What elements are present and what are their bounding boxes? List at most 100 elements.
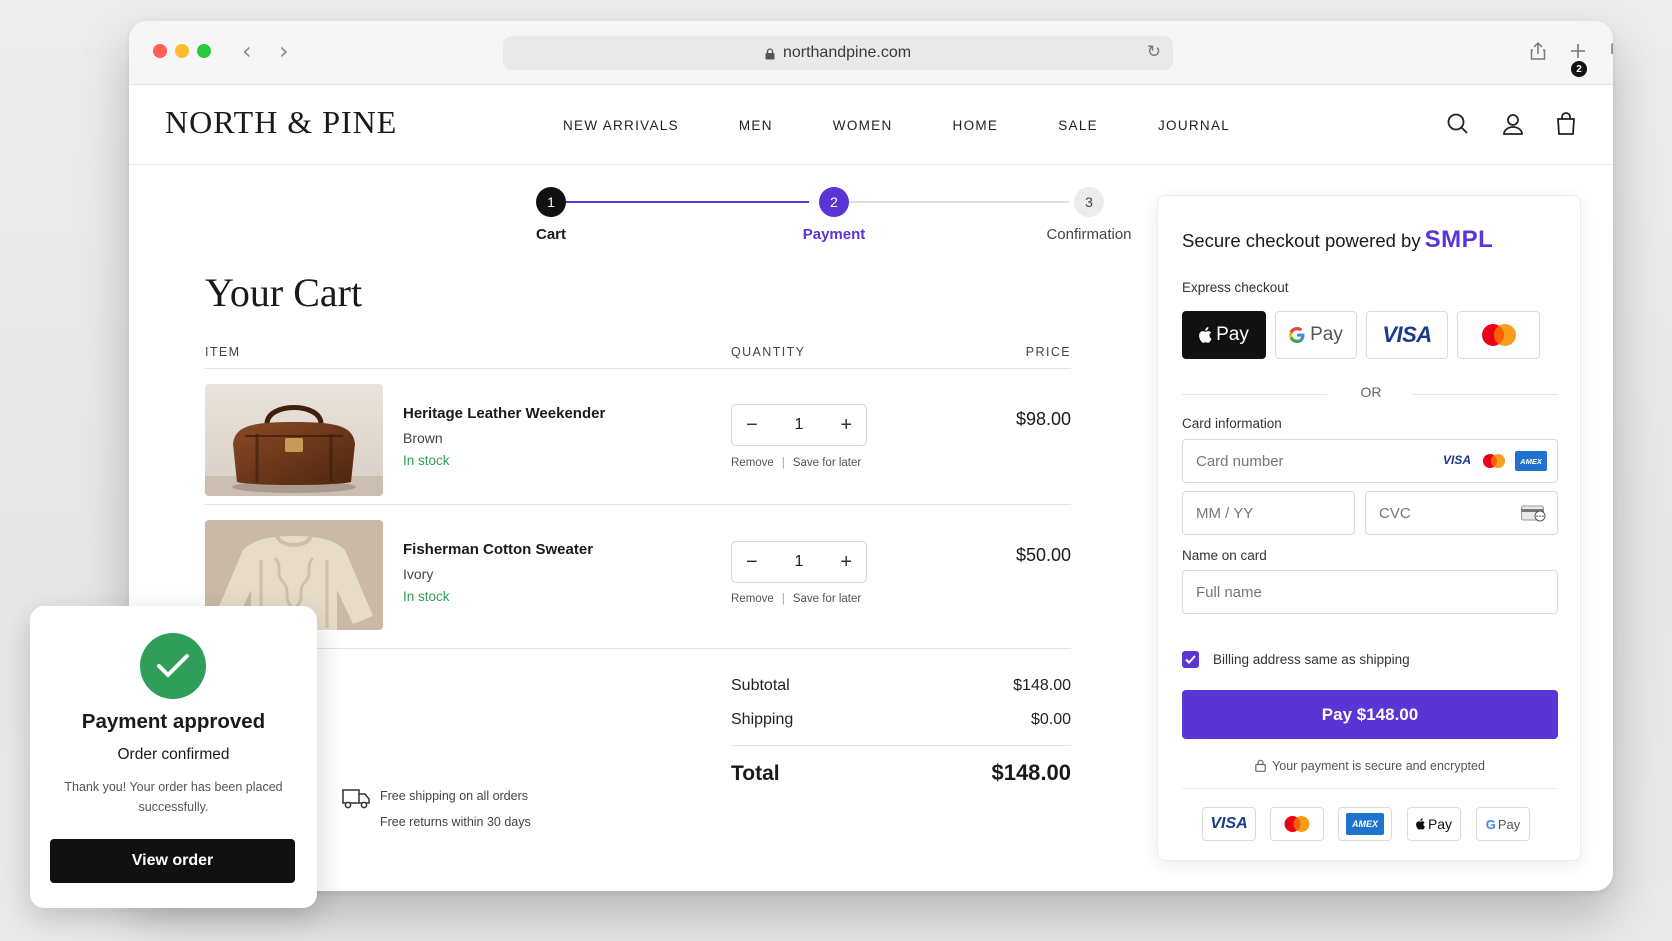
google-pay-button[interactable]: Pay bbox=[1275, 311, 1357, 359]
pay-button[interactable]: Pay $148.00 bbox=[1182, 690, 1558, 739]
increase-quantity-button[interactable]: + bbox=[840, 415, 852, 435]
divider bbox=[205, 504, 1071, 505]
apple-pay-badge-text: Pay bbox=[1427, 816, 1453, 832]
browser-toolbar: ‹ › northandpine.com ↻ bbox=[129, 21, 1613, 85]
step-3-circle[interactable]: 3 bbox=[1074, 187, 1104, 217]
toast-subtitle: Order confirmed bbox=[117, 746, 230, 763]
secure-note: Your payment is secure and encrypted bbox=[1158, 759, 1582, 773]
nav-item-sale[interactable]: SALE bbox=[1058, 118, 1098, 133]
delivery-truck-icon bbox=[342, 789, 370, 809]
step-1-circle[interactable]: 1 bbox=[536, 187, 566, 217]
remove-link[interactable]: Remove bbox=[731, 457, 774, 469]
product-variant: Brown bbox=[403, 430, 443, 446]
nav-item-home[interactable]: HOME bbox=[953, 118, 999, 133]
quantity-value[interactable]: 1 bbox=[795, 553, 804, 571]
step-remaining-line bbox=[839, 201, 1069, 203]
divider bbox=[1413, 394, 1558, 395]
billing-same-checkbox[interactable] bbox=[1182, 651, 1199, 668]
column-header-quantity: QUANTITY bbox=[731, 345, 806, 359]
step-progress-line bbox=[554, 201, 809, 203]
amex-badge-text: AMEX bbox=[1351, 819, 1378, 829]
increase-quantity-button[interactable]: + bbox=[840, 552, 852, 572]
google-pay-badge: G Pay bbox=[1476, 807, 1530, 841]
search-icon[interactable] bbox=[1445, 111, 1471, 137]
amex-badge: AMEX bbox=[1338, 807, 1392, 841]
quantity-value[interactable]: 1 bbox=[795, 416, 804, 434]
new-tab-icon[interactable] bbox=[1567, 40, 1589, 62]
decrease-quantity-button[interactable]: − bbox=[746, 415, 758, 435]
stock-status: In stock bbox=[403, 453, 450, 468]
total-value: $148.00 bbox=[991, 760, 1071, 785]
url-text: northandpine.com bbox=[782, 44, 912, 61]
step-3-label[interactable]: Confirmation bbox=[1019, 226, 1159, 243]
save-for-later-link[interactable]: Save for later bbox=[793, 593, 861, 605]
cardholder-name-input[interactable]: Full name bbox=[1182, 570, 1558, 614]
lock-icon bbox=[765, 48, 775, 60]
step-2-label[interactable]: Payment bbox=[764, 226, 904, 243]
billing-same-label[interactable]: Billing address same as shipping bbox=[1213, 652, 1410, 667]
google-g-icon: G bbox=[1485, 816, 1496, 832]
divider bbox=[731, 745, 1071, 746]
zoom-window-button[interactable] bbox=[197, 44, 211, 58]
view-order-button[interactable]: View order bbox=[50, 839, 295, 883]
expiry-placeholder: MM / YY bbox=[1196, 504, 1254, 522]
smpl-brand-logo: SMPL bbox=[1424, 226, 1494, 253]
product-name[interactable]: Heritage Leather Weekender bbox=[403, 405, 605, 422]
step-1-label[interactable]: Cart bbox=[481, 226, 621, 243]
amex-mark-text: AMEX bbox=[1520, 456, 1542, 466]
remove-link[interactable]: Remove bbox=[731, 593, 774, 605]
cvc-input[interactable]: CVC ••• bbox=[1365, 491, 1558, 535]
item-price: $50.00 bbox=[1015, 545, 1071, 565]
free-returns-note: Free returns within 30 days bbox=[380, 815, 531, 829]
back-arrow-icon[interactable]: ‹ bbox=[242, 37, 252, 65]
divider bbox=[1182, 394, 1327, 395]
nav-item-journal[interactable]: JOURNAL bbox=[1158, 118, 1230, 133]
shopping-bag-icon[interactable] bbox=[1553, 111, 1579, 137]
product-image-weekender-bag[interactable] bbox=[205, 384, 383, 496]
nav-item-new-arrivals[interactable]: NEW ARRIVALS bbox=[563, 118, 679, 133]
card-information-label: Card information bbox=[1182, 416, 1282, 431]
google-logo-icon bbox=[1289, 327, 1305, 343]
svg-text:•••: ••• bbox=[1536, 514, 1545, 520]
visa-button[interactable]: VISA bbox=[1366, 311, 1448, 359]
toast-message: Thank you! Your order has been placed su… bbox=[64, 780, 283, 814]
cvc-card-icon: ••• bbox=[1521, 505, 1546, 522]
tabs-overview-icon[interactable] bbox=[1608, 40, 1613, 62]
mastercard-badge-icon bbox=[1284, 816, 1310, 832]
subtotal-label: Subtotal bbox=[731, 677, 790, 694]
expiry-input[interactable]: MM / YY bbox=[1182, 491, 1355, 535]
address-bar[interactable]: northandpine.com ↻ bbox=[503, 36, 1173, 70]
product-name[interactable]: Fisherman Cotton Sweater bbox=[403, 541, 593, 558]
column-header-item: ITEM bbox=[205, 345, 241, 359]
step-2-circle[interactable]: 2 bbox=[819, 187, 849, 217]
mastercard-button[interactable] bbox=[1457, 311, 1540, 359]
save-for-later-link[interactable]: Save for later bbox=[793, 457, 861, 469]
item-actions: Remove | Save for later bbox=[731, 593, 861, 605]
apple-pay-text: Pay bbox=[1216, 324, 1249, 345]
close-window-button[interactable] bbox=[153, 44, 167, 58]
mastercard-badge bbox=[1270, 807, 1324, 841]
nav-item-women[interactable]: WOMEN bbox=[833, 118, 893, 133]
divider bbox=[1182, 788, 1558, 789]
main-navigation: NEW ARRIVALS MEN WOMEN HOME SALE JOURNAL bbox=[563, 85, 1290, 165]
forward-arrow-icon[interactable]: › bbox=[279, 37, 289, 65]
visa-badge: VISA bbox=[1202, 807, 1256, 841]
minimize-window-button[interactable] bbox=[175, 44, 189, 58]
shipping-value: $0.00 bbox=[1030, 711, 1071, 728]
cvc-placeholder: CVC bbox=[1379, 504, 1411, 522]
checkout-title: Secure checkout powered by SMPL bbox=[1182, 226, 1493, 254]
quantity-stepper: − 1 + bbox=[731, 404, 867, 446]
apple-pay-button[interactable]: Pay bbox=[1182, 311, 1266, 359]
nav-item-men[interactable]: MEN bbox=[739, 118, 773, 133]
share-icon[interactable] bbox=[1527, 40, 1549, 62]
site-logo[interactable]: NORTH & PINE bbox=[165, 104, 397, 141]
card-number-input[interactable]: Card number VISA AMEX bbox=[1182, 439, 1558, 483]
subtotal-value: $148.00 bbox=[1013, 677, 1071, 694]
shipping-label: Shipping bbox=[731, 711, 794, 728]
separator: | bbox=[781, 593, 785, 605]
apple-logo-icon bbox=[1416, 818, 1425, 830]
decrease-quantity-button[interactable]: − bbox=[746, 552, 758, 572]
reload-icon[interactable]: ↻ bbox=[1147, 42, 1161, 62]
visa-logo: VISA bbox=[1382, 322, 1432, 347]
account-icon[interactable] bbox=[1500, 111, 1526, 137]
